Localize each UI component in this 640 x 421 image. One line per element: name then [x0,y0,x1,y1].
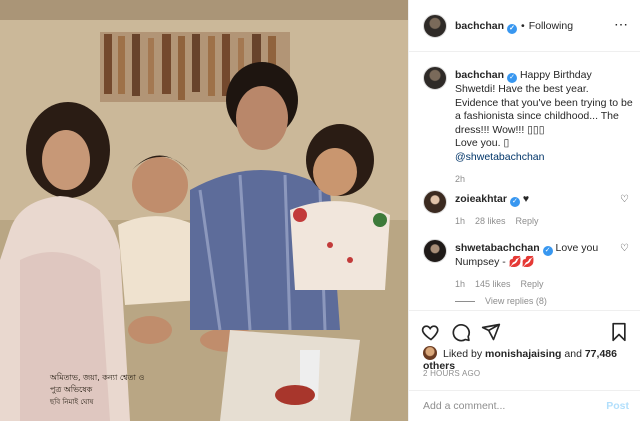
caption-body: bachchan ✓ Happy Birthday Shwetdi! Have t… [455,69,633,187]
comment-meta: 1h 145 likes Reply [455,278,615,292]
author-avatar[interactable] [423,14,447,38]
post-side-panel: bachchan ✓ • Following ⋯ bachchan ✓ Happy B… [408,0,640,421]
likes-conjunction: and [564,348,582,360]
printed-photo-caption: অমিতাভ, জয়া, কন্যা শ্বেতা ও পুত্র অভিষে… [50,372,190,408]
post-header: bachchan ✓ • Following ⋯ [409,0,640,52]
printed-caption-line: অমিতাভ, জয়া, কন্যা শ্বেতা ও [50,373,145,382]
liker-avatar[interactable] [423,346,437,360]
comment-avatar[interactable] [423,239,447,263]
comment-likes[interactable]: 145 likes [475,279,511,289]
post-photo[interactable]: অমিতাভ, জয়া, কন্যা শ্বেতা ও পুত্র অভিষে… [0,0,408,421]
share-icon[interactable] [481,322,501,342]
author-username[interactable]: bachchan ✓ [455,20,518,34]
verified-badge-icon: ✓ [509,197,520,207]
printed-caption-line: পুত্র অভিষেক [50,385,93,394]
caption-timestamp[interactable]: 2h [455,173,633,187]
replies-divider [455,301,475,303]
heart-outline-icon[interactable]: ♡ [620,243,629,254]
comment-likes[interactable]: 28 likes [475,216,506,226]
view-replies-label[interactable]: View replies (8) [485,296,547,306]
comment-username[interactable]: zoieakhtar [455,193,507,205]
comment-input[interactable] [423,400,593,412]
following-status[interactable]: • Following [520,20,573,32]
heart-outline-icon[interactable]: ♡ [620,194,629,205]
post-date[interactable]: 2 HOURS AGO [423,369,480,378]
comment-body: zoieakhtar ✓ ♥ 1h 28 likes Reply [455,193,615,229]
comments-section[interactable]: bachchan ✓ Happy Birthday Shwetdi! Have t… [409,52,640,310]
printed-caption-line: ছবি নিমাই ঘোষ [50,398,94,406]
view-replies-button[interactable]: View replies (8) [455,296,547,306]
add-comment-bar: Post [409,390,640,421]
comment-body: shwetabachchan ✓ Love you Numpsey - 💋💋 1h… [455,242,615,291]
post-comment-button[interactable]: Post [606,400,629,412]
mention-link[interactable]: @shwetabachchan [455,151,633,165]
liker-username[interactable]: monishajaising [485,348,561,360]
caption-text: Happy Birthday Shwetdi! Have the best ye… [455,69,633,149]
reply-button[interactable]: Reply [516,216,539,226]
author-username-text[interactable]: bachchan [455,20,504,32]
instagram-post: অমিতাভ, জয়া, কন্যা শ্বেতা ও পুত্র অভিষে… [0,0,640,421]
verified-badge-icon: ✓ [507,24,518,34]
heart-icon[interactable] [421,322,441,342]
family-photo-illustration [0,0,408,421]
caption-avatar[interactable] [423,66,447,90]
comment-icon[interactable] [451,322,471,342]
comment-time[interactable]: 1h [455,279,465,289]
reply-button[interactable]: Reply [521,279,544,289]
comment-text: ♥ [522,193,530,205]
comment-time[interactable]: 1h [455,216,465,226]
caption-username[interactable]: bachchan [455,69,504,81]
comment-meta: 1h 28 likes Reply [455,215,615,229]
separator-dot: • [521,20,525,32]
comment-avatar[interactable] [423,190,447,214]
bookmark-icon[interactable] [609,322,629,342]
likes-prefix: Liked by [443,348,483,360]
following-button[interactable]: Following [529,20,573,32]
more-options-icon[interactable]: ⋯ [614,16,629,33]
verified-badge-icon: ✓ [507,73,518,83]
comment-username[interactable]: shwetabachchan [455,242,540,254]
verified-badge-icon: ✓ [542,246,553,256]
